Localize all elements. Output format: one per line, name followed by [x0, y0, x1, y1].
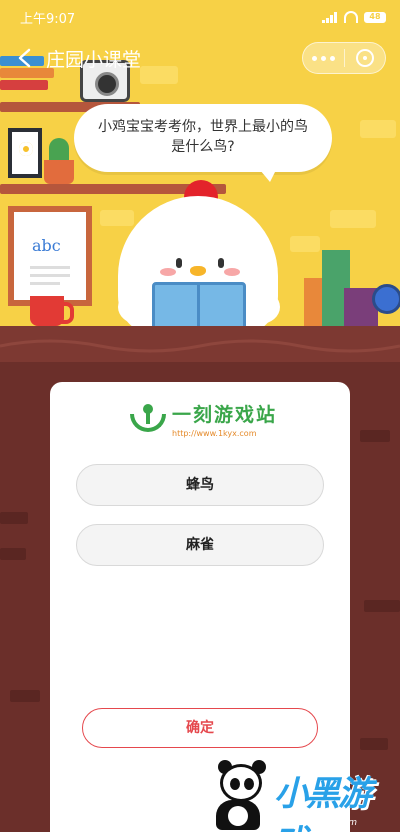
signal-icon [322, 11, 338, 23]
book-orange [304, 278, 324, 326]
chicken-eye-left [176, 258, 182, 268]
wall-tile [100, 210, 134, 226]
confirm-button[interactable]: 确定 [82, 708, 318, 748]
close-miniprogram-button[interactable] [345, 49, 386, 67]
watermark-url: www.xiaohei.com [278, 818, 358, 828]
brand-logo: 一刻游戏站 http://www.1kyx.com [130, 400, 277, 438]
board-letters: abc [32, 236, 61, 255]
wifi-icon [344, 11, 358, 23]
miniprogram-capsule [302, 42, 386, 74]
wall-brick [364, 600, 400, 612]
back-arrow-icon[interactable] [10, 43, 40, 73]
more-options-icon[interactable] [303, 55, 344, 61]
status-bar: 上午9:07 48 [0, 0, 400, 34]
open-book [152, 282, 246, 330]
wall-brick [10, 690, 40, 702]
answer-option-2[interactable]: 麻雀 [76, 524, 324, 566]
battery-icon: 48 [364, 11, 386, 23]
wall-brick [360, 738, 388, 750]
wall-tile [290, 236, 320, 252]
brand-url: http://www.1kyx.com [172, 429, 257, 438]
answer-option-1[interactable]: 蜂鸟 [76, 464, 324, 506]
question-bubble: 小鸡宝宝考考你，世界上最小的鸟是什么鸟? [74, 104, 332, 182]
chicken-cheek-right [224, 268, 240, 276]
wall-brick [0, 512, 28, 524]
chicken-cheek-left [160, 268, 176, 276]
scene-illustration: abc 小鸡宝宝考考你，世界上最小的鸟是什么鸟? 上午9:07 48 庄园小课堂 [0, 0, 400, 330]
panda-mascot-icon [206, 756, 272, 832]
watermark: 小黑游戏 www.xiaohei.com [206, 756, 400, 832]
desk-wave [0, 339, 400, 353]
globe-decoration [372, 284, 400, 314]
picture-frame [8, 128, 42, 178]
chicken-eye-right [218, 258, 224, 268]
chicken-beak [190, 266, 206, 276]
brand-name: 一刻游戏站 [172, 404, 278, 426]
chicken-wing-right [240, 290, 280, 324]
wall-tile [330, 210, 376, 228]
status-time: 上午9:07 [20, 11, 76, 27]
joystick-logo-icon [130, 404, 166, 434]
page-title: 庄园小课堂 [46, 48, 142, 71]
nav-bar: 庄园小课堂 [0, 40, 400, 76]
wall-tile [360, 120, 396, 138]
close-target-icon [355, 49, 374, 67]
mug-decoration [30, 296, 74, 326]
alphabet-board: abc [8, 206, 92, 306]
wall-brick [360, 430, 390, 442]
wall-brick [0, 548, 26, 560]
question-text: 小鸡宝宝考考你，世界上最小的鸟是什么鸟? [98, 119, 308, 155]
cactus-pot [44, 160, 74, 184]
